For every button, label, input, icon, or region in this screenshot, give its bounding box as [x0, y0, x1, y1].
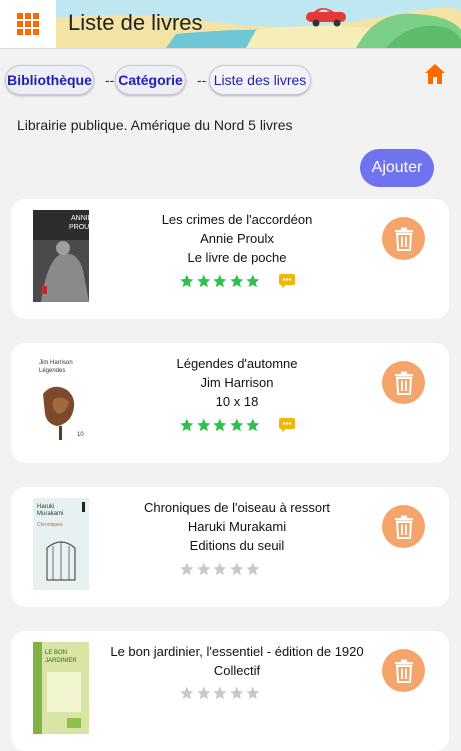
star-icon[interactable]: [245, 273, 261, 289]
book-cover-image: LE BON JARDINIER: [33, 642, 89, 734]
comment-icon[interactable]: [278, 417, 296, 433]
book-card[interactable]: Haruki Murakami Chroniques Chroniques de…: [11, 487, 449, 607]
book-publisher: Editions du seuil: [189, 538, 285, 553]
breadcrumb-bibliotheque[interactable]: Bibliothèque: [5, 65, 94, 95]
book-title: Les crimes de l'accordéon: [161, 212, 313, 227]
star-icon[interactable]: [196, 685, 212, 701]
book-title: Le bon jardinier, l'essentiel - édition …: [110, 644, 364, 659]
home-icon[interactable]: [423, 62, 447, 86]
book-card[interactable]: LE BON JARDINIER Le bon jardinier, l'ess…: [11, 631, 449, 751]
star-icon[interactable]: [179, 273, 195, 289]
book-author: Annie Proulx: [200, 231, 274, 246]
book-card[interactable]: Jim Harrison Légendes 10 Légendes d'auto…: [11, 343, 449, 463]
breadcrumb-separator: --: [197, 72, 207, 88]
app-header: Liste de livres: [0, 0, 461, 49]
book-author: Jim Harrison: [200, 375, 274, 390]
book-card[interactable]: ANNIE PROULX Les crimes de l'accordéon A…: [11, 199, 449, 319]
star-icon[interactable]: [229, 561, 245, 577]
svg-text:Légendes: Légendes: [39, 368, 65, 374]
svg-text:JARDINIER: JARDINIER: [45, 658, 77, 664]
star-icon[interactable]: [179, 561, 195, 577]
book-details: Le bon jardinier, l'essentiel - édition …: [107, 642, 367, 680]
star-rating[interactable]: [179, 685, 261, 701]
star-icon[interactable]: [196, 273, 212, 289]
star-icon[interactable]: [196, 417, 212, 433]
book-cover-image: ANNIE PROULX: [33, 210, 98, 302]
delete-button[interactable]: [382, 217, 425, 260]
book-cover-image: Haruki Murakami Chroniques: [33, 498, 89, 590]
star-rating[interactable]: [179, 273, 261, 289]
star-icon[interactable]: [212, 417, 228, 433]
breadcrumb-categorie[interactable]: Catégorie: [115, 65, 186, 95]
apps-grid-icon[interactable]: [0, 0, 56, 48]
star-icon[interactable]: [179, 417, 195, 433]
star-icon[interactable]: [245, 685, 261, 701]
trash-icon: [394, 371, 413, 395]
trash-icon: [394, 227, 413, 251]
star-icon[interactable]: [212, 685, 228, 701]
star-icon[interactable]: [245, 417, 261, 433]
star-rating[interactable]: [179, 417, 261, 433]
star-icon[interactable]: [229, 417, 245, 433]
svg-text:Haruki: Haruki: [37, 504, 54, 510]
svg-text:Chroniques: Chroniques: [37, 522, 63, 528]
book-details: Les crimes de l'accordéon Annie Proulx L…: [107, 210, 367, 267]
delete-button[interactable]: [382, 505, 425, 548]
book-title: Légendes d'automne: [176, 356, 298, 371]
book-author: Collectif: [213, 663, 261, 678]
star-icon[interactable]: [196, 561, 212, 577]
breadcrumb-liste-des-livres[interactable]: Liste des livres: [209, 65, 311, 95]
svg-text:ANNIE: ANNIE: [71, 215, 89, 222]
svg-text:Murakami: Murakami: [37, 511, 63, 517]
book-cover-image: Jim Harrison Légendes 10: [33, 354, 89, 446]
book-details: Chroniques de l'oiseau à ressort Haruki …: [107, 498, 367, 555]
delete-button[interactable]: [382, 361, 425, 404]
star-icon[interactable]: [179, 685, 195, 701]
star-icon[interactable]: [212, 561, 228, 577]
book-details: Légendes d'automne Jim Harrison 10 x 18: [107, 354, 367, 411]
trash-icon: [394, 659, 413, 683]
book-author: Haruki Murakami: [187, 519, 287, 534]
book-publisher: 10 x 18: [215, 394, 259, 409]
page-title: Liste de livres: [68, 10, 203, 35]
breadcrumb: Bibliothèque -- Catégorie -- Liste des l…: [5, 65, 445, 97]
breadcrumb-separator: --: [105, 72, 115, 88]
star-icon[interactable]: [229, 273, 245, 289]
library-info: Librairie publique. Amérique du Nord 5 l…: [17, 117, 293, 133]
star-rating[interactable]: [179, 561, 261, 577]
svg-text:10: 10: [77, 432, 84, 438]
book-publisher: Le livre de poche: [187, 250, 287, 265]
comment-icon[interactable]: [278, 273, 296, 289]
svg-text:LE BON: LE BON: [45, 650, 67, 656]
svg-text:PROULX: PROULX: [69, 224, 89, 231]
delete-button[interactable]: [382, 649, 425, 692]
book-title: Chroniques de l'oiseau à ressort: [143, 500, 331, 515]
trash-icon: [394, 515, 413, 539]
add-book-button[interactable]: Ajouter: [360, 149, 434, 187]
star-icon[interactable]: [229, 685, 245, 701]
star-icon[interactable]: [245, 561, 261, 577]
star-icon[interactable]: [212, 273, 228, 289]
svg-text:Jim Harrison: Jim Harrison: [39, 360, 73, 366]
